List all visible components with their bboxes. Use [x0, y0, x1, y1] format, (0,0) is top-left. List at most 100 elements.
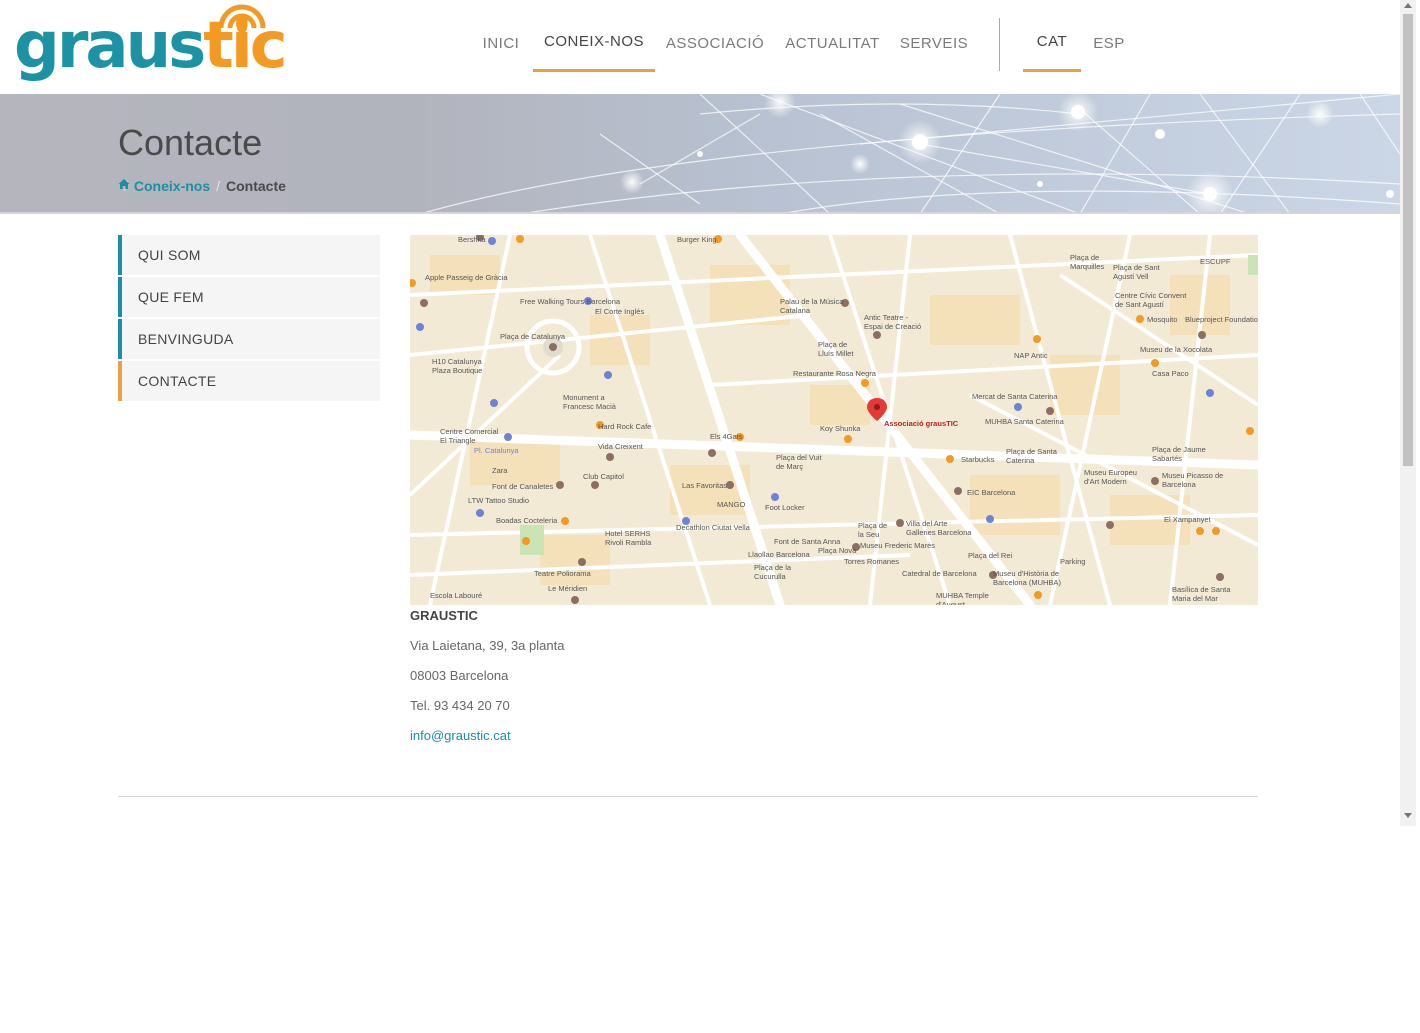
nav-divider: [999, 18, 1000, 71]
map-label: Plaça de Santa Caterina: [1006, 447, 1057, 465]
map-label: Museu Picasso de Barcelona: [1162, 471, 1224, 489]
map-label: H10 Catalunya Plaza Boutique: [432, 357, 483, 375]
map-label: Palau de la Música Catalana: [780, 297, 844, 315]
sidebar-item-contacte[interactable]: CONTACTE: [118, 361, 380, 401]
map-label: Mosquito: [1147, 315, 1178, 324]
map-label: Zara: [492, 466, 508, 475]
signal-wave-icon: [218, 4, 266, 33]
page-banner: Contacte / Coneix-nos / Contacte: [0, 94, 1400, 214]
map-label: Centre Cívic Convent de Sant Agustí: [1115, 291, 1187, 309]
map-label: Plaça Nova: [818, 546, 857, 555]
breadcrumb-current: Contacte: [226, 178, 286, 194]
map-label: Museu de la Xocolata: [1140, 345, 1213, 354]
map-label: Boadas Cocteleria: [496, 516, 558, 525]
sidebar-item-qui-som[interactable]: QUI SOM: [118, 235, 380, 275]
map-label: Blueproject Foundation: [1185, 315, 1258, 324]
map-label: Torres Romanes: [844, 557, 900, 566]
nav-coneix-nos[interactable]: CONEIX-NOS: [533, 0, 655, 72]
map-label: MUHBA Santa Caterina: [985, 417, 1064, 426]
contact-city: 08003 Barcelona: [410, 668, 509, 683]
map-label: Club Capitol: [583, 472, 624, 481]
map-label: Museu d'Història de Barcelona (MUHBA): [993, 569, 1061, 587]
map-label: Plaça de Sant Agustí Vell: [1113, 263, 1160, 281]
lang-esp[interactable]: ESP: [1082, 0, 1136, 72]
breadcrumb-coneix-nos[interactable]: Coneix-nos: [134, 178, 210, 194]
sidebar-nav: QUI SOM QUE FEM BENVINGUDA CONTACTE: [118, 235, 380, 403]
map-label: Parking: [1060, 557, 1086, 566]
map-label: Vida Creixent: [598, 442, 643, 451]
map-label: Las Favoritas: [682, 481, 728, 490]
contact-phone: Tel. 93 434 20 70: [410, 698, 510, 713]
map-label: El Xampanyet: [1164, 515, 1211, 524]
page-title: Contacte: [118, 122, 263, 163]
contact-name: GRAUSTIC: [410, 608, 478, 623]
map-label: Hotel SERHS Rivoli Rambla: [605, 529, 652, 547]
map-label: Free Walking Tours Barcelona: [520, 297, 621, 306]
map-label: Plaça del Vuit de Març: [776, 453, 822, 471]
map-label: MANGO: [717, 500, 746, 509]
sidebar-item-que-fem[interactable]: QUE FEM: [118, 277, 380, 317]
breadcrumb-separator: /: [216, 178, 221, 194]
contact-address: Via Laietana, 39, 3a planta: [410, 638, 565, 653]
map-label: NAP Antic: [1014, 351, 1048, 360]
map-label: Casa Paco: [1152, 369, 1189, 378]
map-label: Le Méridien: [548, 584, 588, 593]
map-label: Monument a Francesc Macià: [563, 393, 616, 411]
map-label: Restaurante Rosa Negra: [793, 369, 876, 378]
scroll-up-arrow-icon[interactable]: [1404, 3, 1412, 8]
map-label: Plaça del Rei: [968, 551, 1013, 560]
map-label: Burger King: [677, 235, 717, 244]
location-map[interactable]: Associació grausTIC Bershka Burger King …: [410, 235, 1258, 605]
map-label: Plaça de Lluís Millet: [818, 340, 854, 358]
nav-actualitat[interactable]: ACTUALITAT: [775, 0, 890, 72]
map-label: EIC Barcelona: [967, 488, 1016, 497]
map-label: Escola Labouré: [430, 591, 483, 600]
map-marker-label: Associació grausTIC: [884, 419, 959, 428]
map-label: Basílica de Santa Maria del Mar: [1172, 585, 1231, 603]
nav-inici[interactable]: INICI: [470, 0, 532, 72]
map-label: Plaça de la Seu: [858, 521, 888, 539]
map-label: Villa del Arte Galleries Barcelona: [906, 519, 972, 537]
scrollbar-thumb[interactable]: [1403, 14, 1413, 466]
map-label: Mercat de Santa Caterina: [972, 392, 1058, 401]
scroll-down-arrow-icon[interactable]: [1404, 813, 1412, 818]
map-label: Antic Teatre - Espai de Creació: [864, 313, 922, 331]
lang-cat[interactable]: CAT: [1023, 0, 1081, 72]
nav-serveis[interactable]: SERVEIS: [891, 0, 977, 72]
map-label: Catedral de Barcelona: [902, 569, 977, 578]
map-label: ESCUPF: [1200, 257, 1231, 266]
map-label: Font de Santa Anna: [774, 537, 841, 546]
vertical-scrollbar[interactable]: [1400, 0, 1416, 826]
map-label: Hard Rock Cafe: [598, 422, 652, 431]
map-label: Teatre Poliorama: [534, 569, 591, 578]
map-label: Plaça de Catalunya: [500, 332, 566, 341]
map-label: MUHBA Temple d'August: [936, 591, 989, 605]
sidebar-item-benvinguda[interactable]: BENVINGUDA: [118, 319, 380, 359]
map-label: Plaça de Jaume Sabartés: [1152, 445, 1206, 463]
map-label: Pl. Catalunya: [474, 446, 519, 455]
map-label: El Corte Inglés: [595, 307, 645, 316]
nav-associacio[interactable]: ASSOCIACIÓ: [656, 0, 774, 72]
map-label: Museu Europeu d'Art Modern: [1084, 468, 1137, 486]
map-label: Apple Passeig de Gràcia: [425, 273, 508, 282]
map-label: Decathlon Ciutat Vella: [676, 523, 750, 532]
map-label: Museu Frederic Marès: [860, 541, 936, 550]
graustic-logo[interactable]: graustic: [14, 0, 288, 88]
map-label: Els 4Gats: [710, 432, 743, 441]
footer-divider: [118, 796, 1258, 797]
map-label: Plaça de Marquilles: [1070, 253, 1105, 271]
map-label: Centre Comercial El Triangle: [440, 427, 499, 445]
map-label: Font de Canaletes: [492, 482, 554, 491]
home-icon[interactable]: [118, 178, 130, 190]
map-label: Bershka: [458, 235, 486, 244]
map-label: Plaça de la Cucurulla: [754, 563, 792, 581]
contact-email-link[interactable]: info@graustic.cat: [410, 728, 511, 743]
logo-part-graus: graus: [14, 9, 206, 83]
breadcrumb: / Coneix-nos / Contacte: [118, 178, 286, 194]
map-label: Koy Shunka: [820, 424, 861, 433]
map-label: LTW Tattoo Studio: [468, 496, 530, 505]
map-label: Starbucks: [961, 455, 995, 464]
site-header: graustic INICI CONEIX-NOS ASSOCIACIÓ ACT…: [0, 0, 1400, 94]
map-label: Llaollao Barcelona: [748, 550, 810, 559]
map-label: Foot Locker: [765, 503, 805, 512]
